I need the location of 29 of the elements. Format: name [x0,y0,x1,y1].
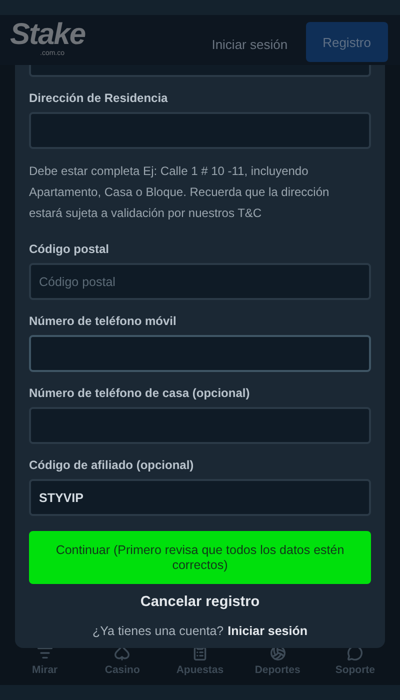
help-text: Debe estar completa Ej: Calle 1 # 10 -11, incluyendo Apartamento, Casa o Bloque. Recuerda que la dirección estará sujeta a validación por nuestros T&C [29,163,330,222]
chat-icon [347,645,364,661]
input-field[interactable] [29,112,371,149]
login-button[interactable]: Iniciar sesión [194,27,306,62]
cancel-button[interactable]: Cancelar registro [140,594,260,610]
account-question: ¿Ya tienes una cuenta? [92,624,224,638]
nav-item[interactable]: Apuestas [162,645,237,685]
nav-item[interactable]: Casino [85,645,160,685]
input-field[interactable] [29,335,371,372]
field-label: Código de afiliado (opcional) [29,458,195,472]
field-label: Código postal [29,242,110,256]
field-label: Número de teléfono móvil [29,314,178,328]
continue-button[interactable]: Continuar (Primero revisa que todos los datos estén correctos) [29,531,371,584]
input-field[interactable]: STYVIP [29,479,371,516]
city-field[interactable] [29,65,371,77]
register-button[interactable]: Registro [306,22,388,62]
nav-item[interactable]: Mirar [8,645,82,685]
input-field[interactable] [29,407,371,444]
login-link[interactable]: Iniciar sesión [228,624,308,638]
field-label: Dirección de Residencia [29,91,169,105]
list-search-icon [36,645,53,661]
logo[interactable]: Stake [10,20,86,50]
nav-item[interactable]: Soporte [318,645,392,685]
ball-icon [270,645,286,661]
clipboard-icon [192,645,208,661]
input-field[interactable]: Código postal [29,263,371,300]
field-label: Número de teléfono de casa (opcional) [29,386,251,400]
spade-icon [114,645,130,661]
nav-item[interactable]: Deportes [240,645,315,685]
